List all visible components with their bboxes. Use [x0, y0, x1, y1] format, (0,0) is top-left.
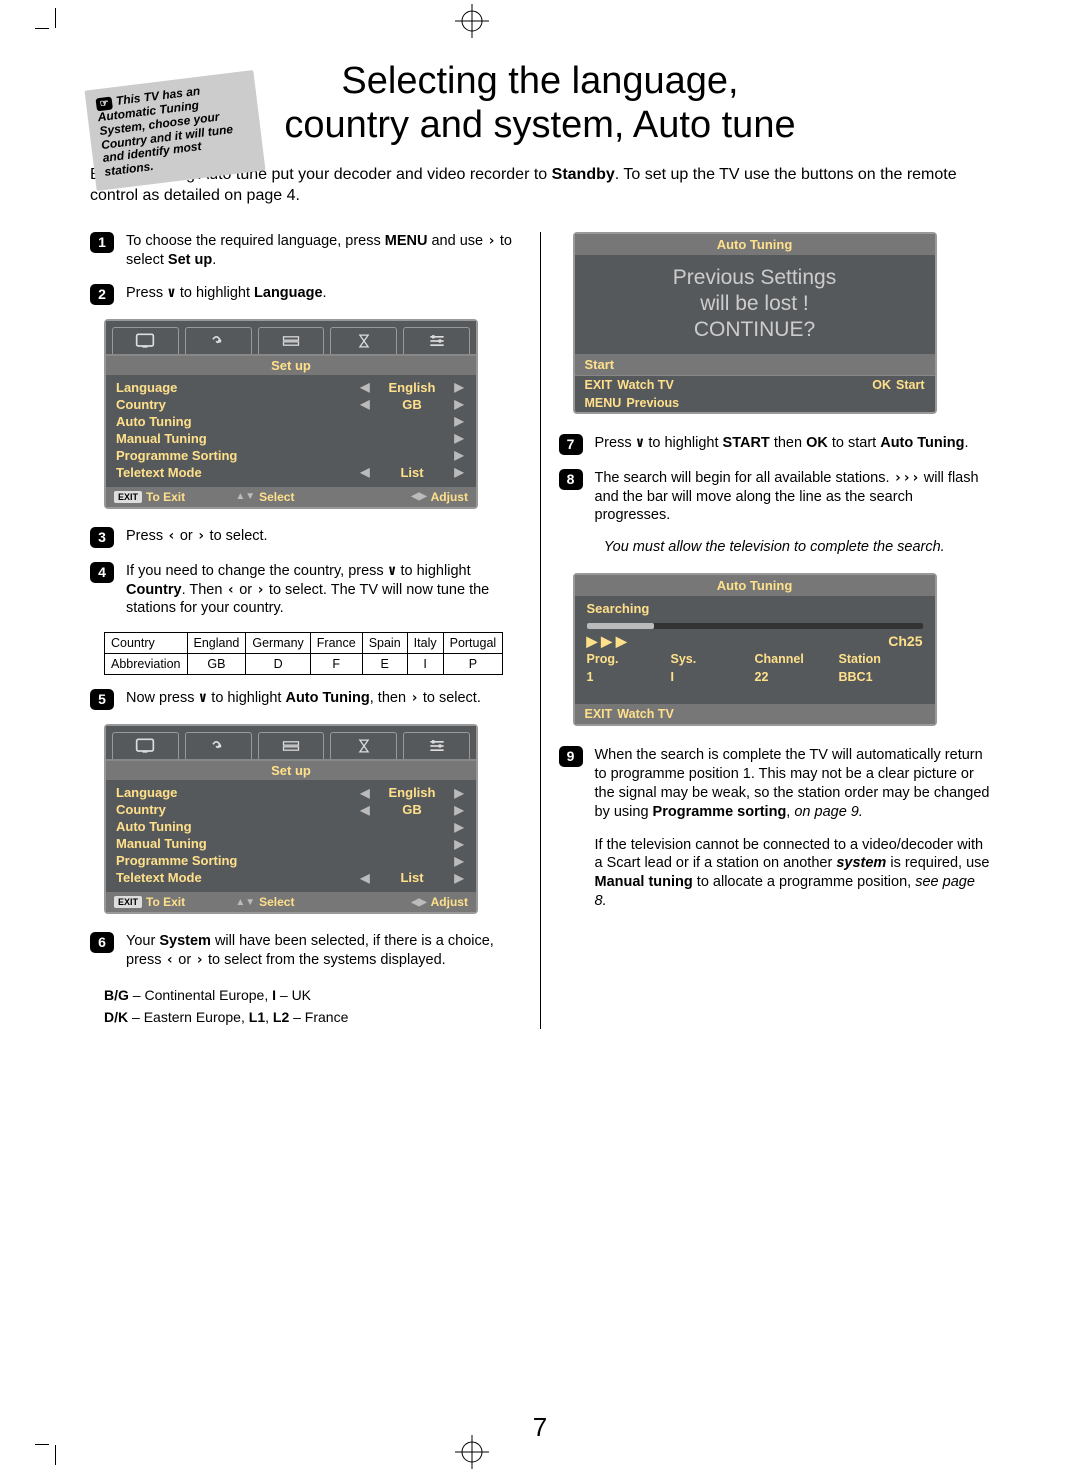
- menu-row: Manual Tuning▶: [116, 835, 466, 852]
- osd-title: Auto Tuning: [575, 234, 935, 255]
- step-text: Press ∨ to highlight Language.: [126, 284, 522, 305]
- step-badge: 2: [90, 284, 114, 305]
- step-badge: 3: [90, 527, 114, 548]
- crop-mark: [35, 1444, 49, 1445]
- osd-title: Auto Tuning: [575, 575, 935, 596]
- menu-row: Language◀English▶: [116, 379, 466, 396]
- start-highlight: Start: [575, 354, 935, 375]
- osd-setup-menu: Set up Language◀English▶Country◀GB▶Auto …: [104, 319, 478, 509]
- channel-indicator: Ch25: [888, 633, 922, 650]
- menu-row: Auto Tuning▶: [116, 413, 466, 430]
- step-text: Now press ∨ to highlight Auto Tuning, th…: [126, 689, 522, 710]
- step-4: 4 If you need to change the country, pre…: [90, 562, 522, 619]
- step-text: When the search is complete the TV will …: [595, 746, 991, 821]
- step-badge: 9: [559, 746, 583, 767]
- tab-setup-icon: [403, 327, 470, 354]
- system-codes-note: B/G – Continental Europe, I – UK D/K – E…: [104, 984, 522, 1029]
- step-badge: 1: [90, 232, 114, 253]
- osd-statusbar: EXITTo Exit ▲▼Select ◀▶Adjust: [106, 487, 476, 507]
- step-badge: 8: [559, 469, 583, 490]
- progress-bar: [587, 623, 923, 629]
- step-9: 9 When the search is complete the TV wil…: [559, 746, 991, 821]
- osd-setup-menu: Set up Language◀English▶Country◀GB▶Auto …: [104, 724, 478, 914]
- step-text: The search will begin for all available …: [595, 469, 991, 526]
- osd-title: Set up: [106, 761, 476, 780]
- leftright-icon: ◀▶: [411, 491, 426, 502]
- crop-mark: [35, 28, 49, 29]
- step-text: Press ‹ or › to select.: [126, 527, 522, 548]
- search-note: You must allow the television to complet…: [589, 539, 961, 555]
- page-number: 7: [0, 1412, 1080, 1443]
- menu-row: Country◀GB▶: [116, 801, 466, 818]
- menu-row: Manual Tuning▶: [116, 430, 466, 447]
- osd-confirm-text: Previous Settings will be lost ! CONTINU…: [575, 255, 935, 354]
- step-8: 8 The search will begin for all availabl…: [559, 469, 991, 526]
- crop-mark: [55, 8, 56, 28]
- tab-feature-icon: [258, 732, 325, 759]
- osd-title: Set up: [106, 356, 476, 375]
- step-text: If you need to change the country, press…: [126, 562, 522, 619]
- ok-button-label: OK: [872, 378, 891, 392]
- updown-icon: ▲▼: [235, 897, 255, 908]
- osd-menu-rows: Language◀English▶Country◀GB▶Auto Tuning▶…: [106, 780, 476, 892]
- flash-icon: ▶ ▶ ▶: [587, 633, 627, 650]
- osd-autotuning-searching: Auto Tuning Searching ▶ ▶ ▶ Ch25 Prog.Sys…: [573, 573, 937, 726]
- menu-row: Teletext Mode◀List▶: [116, 464, 466, 481]
- table-header: Prog.Sys.ChannelStation: [575, 650, 935, 668]
- step-text: If the television cannot be connected to…: [595, 836, 991, 911]
- exit-button-label: EXIT: [114, 896, 142, 908]
- tab-sound-icon: [185, 732, 252, 759]
- column-divider: [540, 232, 541, 1029]
- step-text: Your System will have been selected, if …: [126, 932, 522, 970]
- menu-row: Programme Sorting▶: [116, 447, 466, 464]
- table-row: 1I22BBC1: [575, 668, 935, 686]
- exit-button-label: EXIT: [114, 491, 142, 503]
- menu-row: Teletext Mode◀List▶: [116, 869, 466, 886]
- updown-icon: ▲▼: [235, 491, 255, 502]
- osd-menu-rows: Language◀English▶Country◀GB▶Auto Tuning▶…: [106, 375, 476, 487]
- step-3: 3 Press ‹ or › to select.: [90, 527, 522, 548]
- menu-row: Language◀English▶: [116, 784, 466, 801]
- step-2: 2 Press ∨ to highlight Language.: [90, 284, 522, 305]
- tab-setup-icon: [403, 732, 470, 759]
- tab-sound-icon: [185, 327, 252, 354]
- leftright-icon: ◀▶: [411, 897, 426, 908]
- tab-picture-icon: [112, 732, 179, 759]
- exit-button-label: EXIT: [585, 378, 613, 392]
- step-badge: 4: [90, 562, 114, 583]
- crop-mark: [55, 1445, 56, 1465]
- menu-button-label: MENU: [585, 396, 622, 410]
- tab-timer-icon: [330, 732, 397, 759]
- tab-picture-icon: [112, 327, 179, 354]
- country-abbrev-table: CountryEnglandGermanyFranceSpainItalyPor…: [104, 632, 503, 675]
- left-column: 1 To choose the required language, press…: [90, 232, 522, 1029]
- right-column: Auto Tuning Previous Settings will be lo…: [559, 232, 991, 1029]
- step-badge: 7: [559, 434, 583, 455]
- tab-feature-icon: [258, 327, 325, 354]
- step-1: 1 To choose the required language, press…: [90, 232, 522, 270]
- osd-autotuning-confirm: Auto Tuning Previous Settings will be lo…: [573, 232, 937, 414]
- tab-timer-icon: [330, 327, 397, 354]
- exit-button-label: EXIT: [585, 707, 613, 721]
- step-7: 7 Press ∨ to highlight START then OK to …: [559, 434, 991, 455]
- searching-label: Searching: [587, 601, 650, 616]
- step-text: To choose the required language, press M…: [126, 232, 522, 270]
- menu-row: Auto Tuning▶: [116, 818, 466, 835]
- tip-text: This TV has an Automatic Tuning System, …: [97, 84, 234, 179]
- step-badge: 5: [90, 689, 114, 710]
- registration-mark: [455, 4, 489, 38]
- menu-row: Programme Sorting▶: [116, 852, 466, 869]
- step-badge: 6: [90, 932, 114, 953]
- menu-row: Country◀GB▶: [116, 396, 466, 413]
- step-6: 6 Your System will have been selected, i…: [90, 932, 522, 970]
- step-5: 5 Now press ∨ to highlight Auto Tuning, …: [90, 689, 522, 710]
- step-text: Press ∨ to highlight START then OK to st…: [595, 434, 991, 455]
- osd-statusbar: EXITTo Exit ▲▼Select ◀▶Adjust: [106, 892, 476, 912]
- tip-note: ☞This TV has an Automatic Tuning System,…: [84, 70, 265, 191]
- tail-note: If the television cannot be connected to…: [595, 836, 991, 911]
